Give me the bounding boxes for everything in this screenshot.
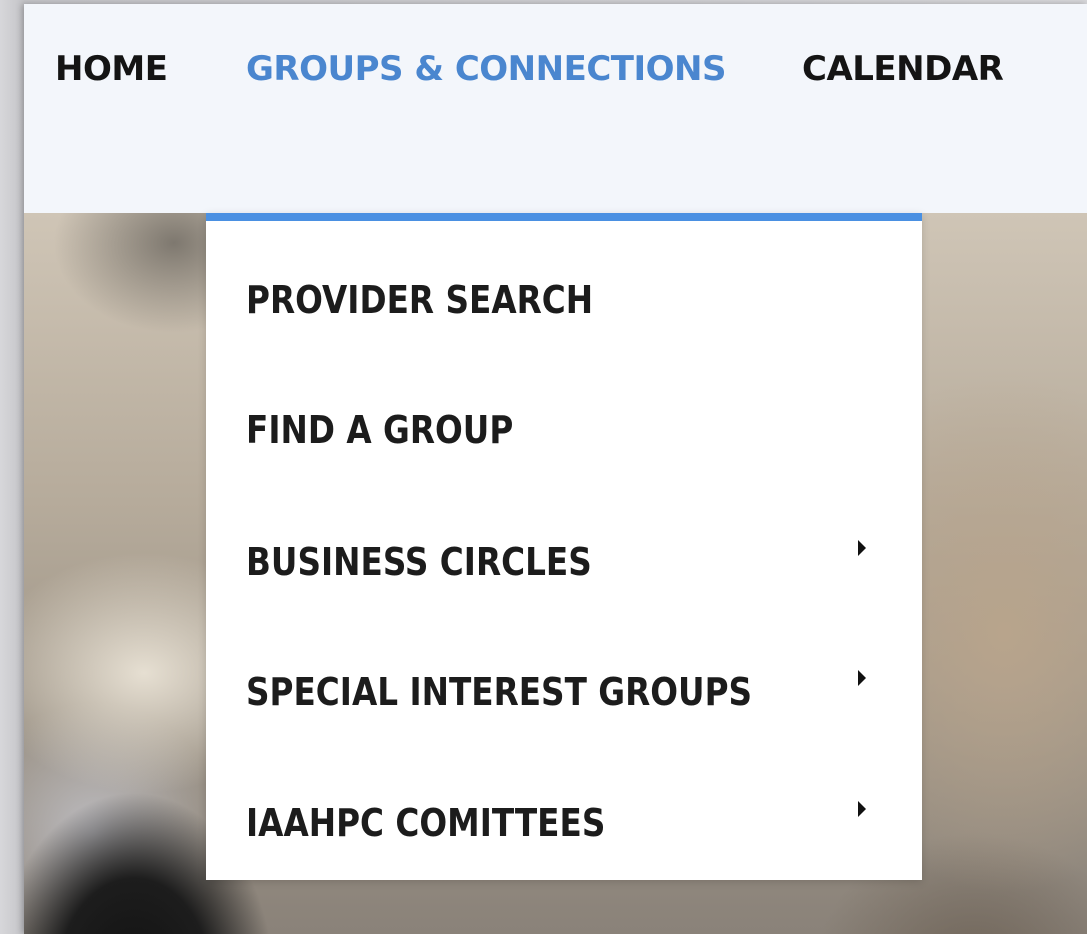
menu-item-label: FIND A GROUP — [246, 408, 514, 452]
groups-dropdown-menu: PROVIDER SEARCH FIND A GROUP BUSINESS CI… — [206, 213, 922, 880]
nav-calendar[interactable]: CALENDAR — [802, 49, 1004, 89]
menu-item-provider-search[interactable]: PROVIDER SEARCH — [246, 272, 886, 332]
menu-item-find-a-group[interactable]: FIND A GROUP — [246, 402, 886, 462]
menu-item-label: SPECIAL INTEREST GROUPS — [246, 670, 753, 714]
menu-item-special-interest-groups[interactable]: SPECIAL INTEREST GROUPS — [246, 664, 886, 724]
menu-item-label: PROVIDER SEARCH — [246, 278, 594, 322]
nav-groups-connections[interactable]: GROUPS & CONNECTIONS — [246, 49, 726, 89]
menu-item-label: IAAHPC COMITTEES — [246, 801, 606, 845]
menu-item-business-circles[interactable]: BUSINESS CIRCLES — [246, 534, 886, 594]
screen-frame: HOME GROUPS & CONNECTIONS CALENDAR PROVI… — [0, 0, 1087, 934]
browser-viewport: HOME GROUPS & CONNECTIONS CALENDAR PROVI… — [24, 4, 1087, 934]
nav-home[interactable]: HOME — [55, 49, 168, 89]
caret-right-icon — [858, 540, 866, 556]
menu-item-label: BUSINESS CIRCLES — [246, 540, 592, 584]
top-navigation: HOME GROUPS & CONNECTIONS CALENDAR — [24, 4, 1087, 213]
caret-right-icon — [858, 801, 866, 817]
caret-right-icon — [858, 670, 866, 686]
menu-item-iaahpc-comittees[interactable]: IAAHPC COMITTEES — [246, 795, 886, 855]
